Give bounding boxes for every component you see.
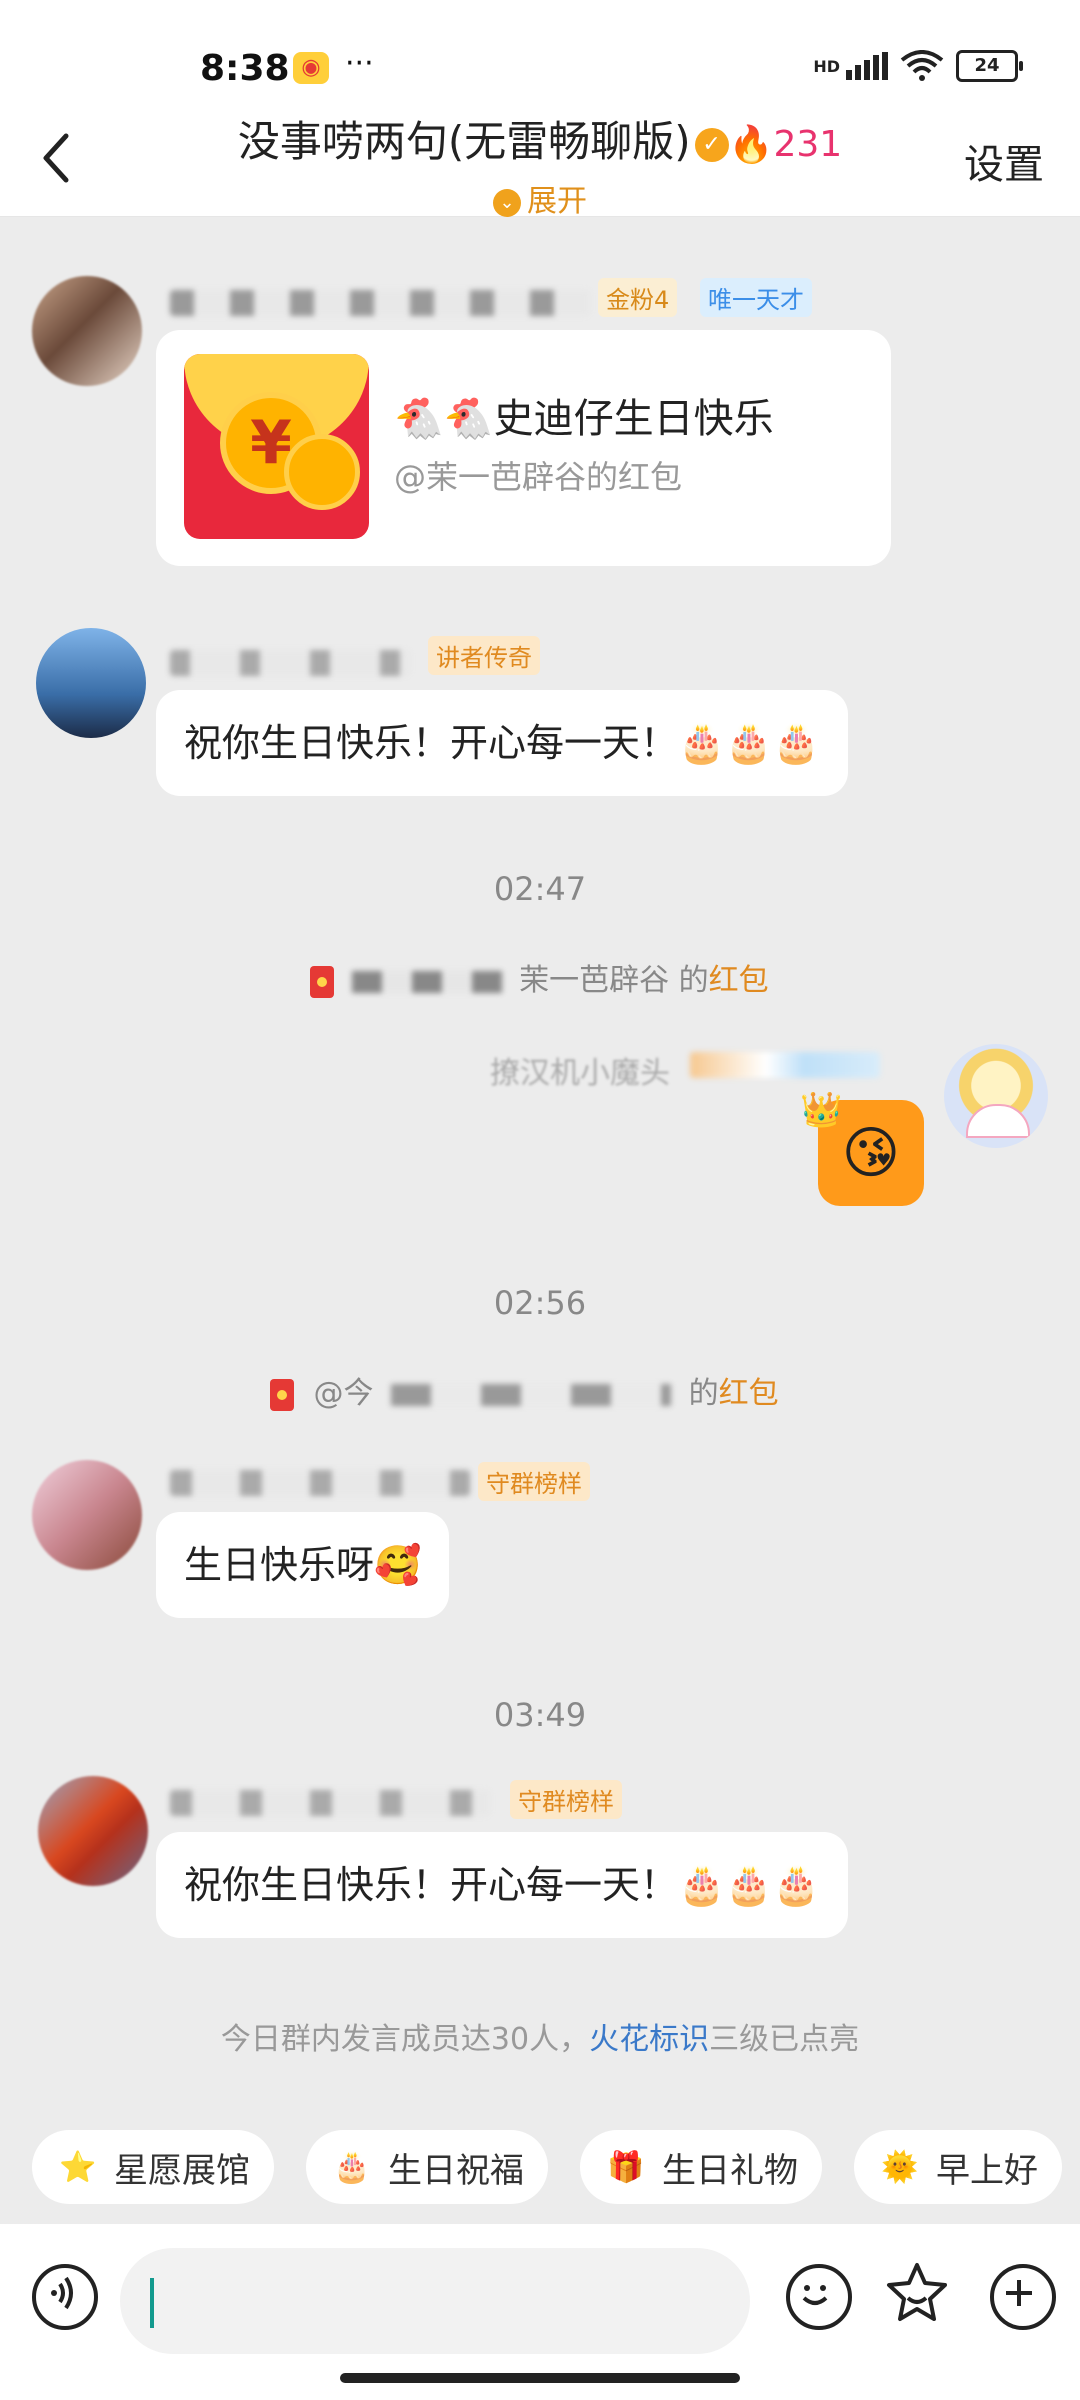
nickname-blurred xyxy=(170,650,410,676)
system-message: @今 的红包 xyxy=(270,1368,779,1412)
more-dots: ··· xyxy=(345,46,374,81)
notice-prefix: 今日群内发言成员达30人， xyxy=(220,2022,590,2057)
battery-icon: 24 xyxy=(956,50,1023,82)
star-icon: ⭐ xyxy=(59,2149,97,2185)
message-bubble[interactable]: 生日快乐呀🥰 xyxy=(156,1512,450,1618)
red-packet-card[interactable]: ¥ 🐔🐔史迪仔生日快乐 @茉一芭辟谷的红包 xyxy=(156,330,891,566)
nickname-blurred xyxy=(351,970,502,993)
group-notice: 今日群内发言成员达30人，火花标识三级已点亮 xyxy=(0,2014,1080,2058)
notice-suffix: 三级已点亮 xyxy=(709,2022,860,2057)
emoji-icon[interactable] xyxy=(786,2264,852,2330)
status-icons: HD 24 xyxy=(813,50,1023,82)
voice-icon[interactable] xyxy=(32,2264,98,2330)
self-nickname: 撩汉机小魔头 xyxy=(490,1056,670,1091)
avatar[interactable] xyxy=(944,1044,1048,1148)
system-text: 茉一芭辟谷 的 xyxy=(519,963,709,998)
avatar[interactable] xyxy=(32,1460,142,1570)
chat-header: 没事唠两句(无雷畅聊版) ✓ 🔥231 ⌄ 展开 设置 xyxy=(0,90,1080,220)
timestamp: 03:49 xyxy=(493,1696,587,1734)
settings-button[interactable]: 设置 xyxy=(964,132,1044,190)
red-envelope-icon xyxy=(310,965,334,998)
crown-icon: 👑 xyxy=(800,1090,843,1130)
fire-icon: 🔥 xyxy=(728,124,774,166)
quick-action-birthday-wish[interactable]: 🎂 生日祝福 xyxy=(306,2130,548,2204)
nickname-blurred xyxy=(690,1052,880,1078)
clock: 8:38 xyxy=(200,48,290,89)
red-packet-icon: ¥ xyxy=(184,354,369,539)
system-text: @今 xyxy=(313,1376,374,1411)
red-envelope-icon xyxy=(270,1378,294,1411)
system-message: 茉一芭辟谷 的红包 xyxy=(310,955,769,999)
nickname-blurred xyxy=(391,1383,672,1406)
avatar[interactable] xyxy=(32,276,142,386)
quick-action-good-morning[interactable]: 🌞 早上好 xyxy=(854,2130,1062,2204)
expand-label: 展开 xyxy=(527,184,587,219)
wifi-icon xyxy=(900,50,944,81)
chip-label: 早上好 xyxy=(936,2150,1038,2191)
red-packet-link[interactable]: 红包 xyxy=(719,1376,779,1411)
signal-icon xyxy=(846,52,888,80)
title-badge: 唯一天才 xyxy=(700,278,812,317)
cake-icon: 🎂 xyxy=(333,2149,371,2185)
timestamp: 02:47 xyxy=(493,870,587,908)
message-bubble[interactable]: 祝你生日快乐！开心每一天！🎂🎂🎂 xyxy=(156,690,848,796)
chat-title-row[interactable]: 没事唠两句(无雷畅聊版) ✓ 🔥231 xyxy=(0,108,1080,169)
nickname-blurred xyxy=(170,1470,470,1496)
weibo-icon: ◉ xyxy=(293,52,329,84)
spark-link[interactable]: 火花标识 xyxy=(589,2022,709,2057)
quick-action-wish-gallery[interactable]: ⭐ 星愿展馆 xyxy=(32,2130,274,2204)
message-input[interactable] xyxy=(120,2248,750,2354)
chip-label: 星愿展馆 xyxy=(114,2150,250,2191)
avatar[interactable] xyxy=(38,1776,148,1886)
gift-icon: 🎁 xyxy=(607,2149,645,2185)
red-packet-title: 🐔🐔史迪仔生日快乐 xyxy=(394,396,774,442)
verified-icon: ✓ xyxy=(694,127,729,162)
title-badge: 守群榜样 xyxy=(478,1462,590,1501)
network-type: HD xyxy=(813,56,840,76)
nickname-blurred xyxy=(170,290,590,316)
sticker-emoji: 😘 xyxy=(841,1120,901,1186)
title-badge: 讲者传奇 xyxy=(428,636,540,675)
expand-toggle[interactable]: ⌄ 展开 xyxy=(0,176,1080,220)
chevron-down-icon: ⌄ xyxy=(493,188,521,217)
message-bubble[interactable]: 祝你生日快乐！开心每一天！🎂🎂🎂 xyxy=(156,1832,848,1938)
chip-label: 生日礼物 xyxy=(662,2150,798,2191)
system-text-tail: 的 xyxy=(688,1376,719,1411)
nickname-blurred xyxy=(170,1790,490,1816)
hot-count: 231 xyxy=(773,124,843,165)
title-badge: 守群榜样 xyxy=(510,1780,622,1819)
chip-label: 生日祝福 xyxy=(388,2150,524,2191)
home-indicator[interactable] xyxy=(340,2373,740,2383)
fan-badge: 金粉4 xyxy=(598,278,678,317)
timestamp: 02:56 xyxy=(493,1284,587,1322)
red-packet-link[interactable]: 红包 xyxy=(709,963,769,998)
chat-title: 没事唠两句(无雷畅聊版) xyxy=(237,117,691,166)
sun-icon: 🌞 xyxy=(881,2149,919,2185)
add-icon[interactable] xyxy=(990,2264,1056,2330)
text-caret xyxy=(150,2278,154,2328)
quick-action-birthday-gift[interactable]: 🎁 生日礼物 xyxy=(580,2130,822,2204)
avatar[interactable] xyxy=(36,628,146,738)
red-packet-subtitle: @茉一芭辟谷的红包 xyxy=(394,458,683,496)
sticker-icon[interactable] xyxy=(884,2260,950,2326)
